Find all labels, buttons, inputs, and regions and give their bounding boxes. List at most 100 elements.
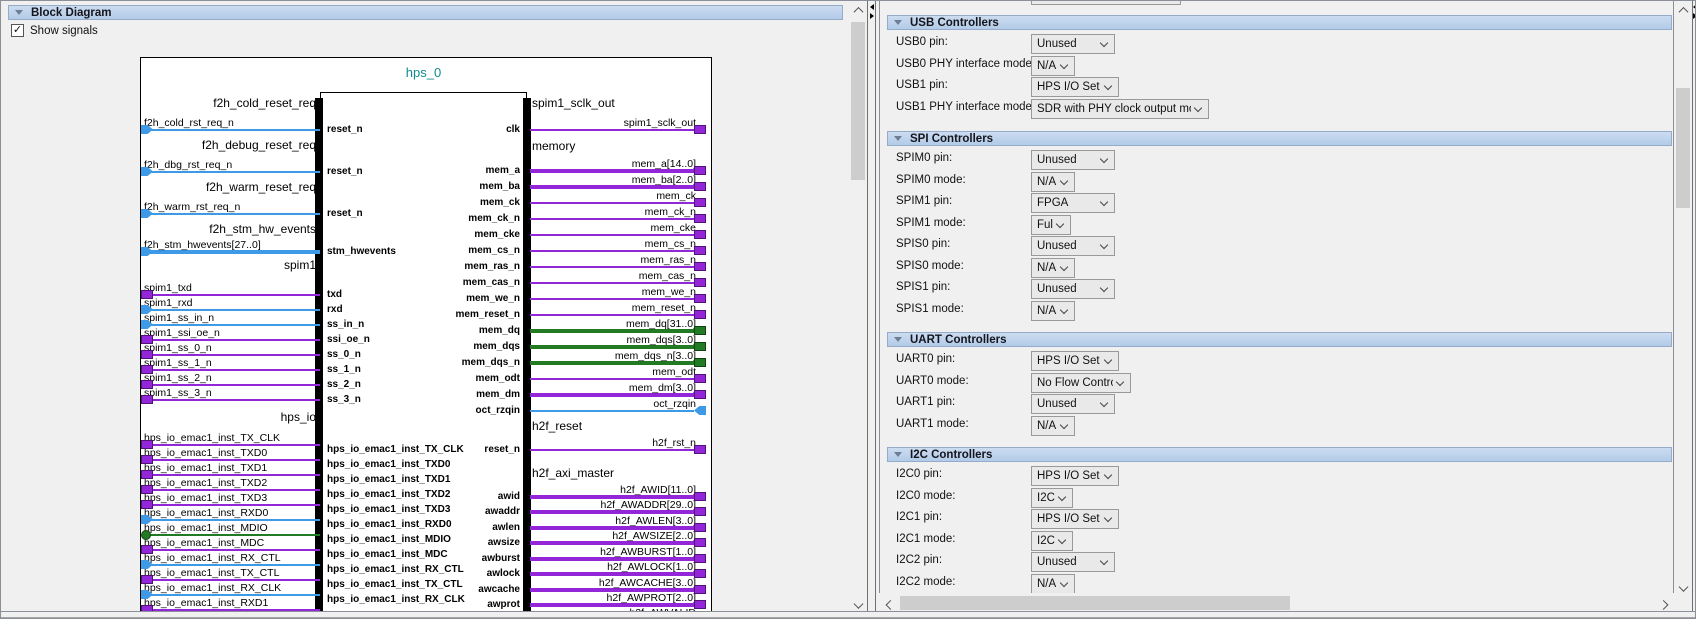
- interface-label: f2h_cold_reset_req: [0, 96, 316, 110]
- signal-line: [150, 549, 320, 551]
- param-select[interactable]: HPS I/O Set 0: [1031, 466, 1119, 486]
- param-select[interactable]: Unused: [1031, 236, 1115, 256]
- signal-connector: [694, 230, 706, 239]
- signal-label: spim1_sclk_out: [430, 117, 696, 129]
- signal-connector: [694, 445, 706, 454]
- chevron-down-icon[interactable]: [1675, 577, 1691, 593]
- window-right-edge[interactable]: [1692, 0, 1696, 619]
- signal-line: [530, 266, 694, 268]
- param-select[interactable]: Unused: [1031, 279, 1115, 299]
- block-diagram-section-header[interactable]: Block Diagram: [8, 5, 843, 20]
- signal-label: spim1_ss_2_n: [144, 372, 212, 384]
- param-select[interactable]: Full: [1031, 215, 1071, 235]
- chevron-up-icon[interactable]: [850, 2, 866, 18]
- signal-label: hps_io_emac1_inst_TXD2: [144, 477, 267, 489]
- chevron-down-icon: [1060, 578, 1068, 586]
- param-select[interactable]: FPGA: [1031, 193, 1115, 213]
- signal-label: mem_dqs_n[3..0]: [430, 350, 696, 362]
- param-label: I2C1 mode:: [896, 533, 955, 545]
- triangle-right-icon[interactable]: [870, 13, 874, 19]
- show-signals-checkbox[interactable]: ✓: [11, 24, 24, 37]
- signal-label: spim1_ss_3_n: [144, 387, 212, 399]
- signal-connector: [694, 538, 706, 547]
- interface-label: memory: [532, 139, 575, 153]
- param-select[interactable]: HPS I/O Set 0: [1031, 77, 1119, 97]
- signal-line: [150, 534, 320, 536]
- triangle-down-icon: [894, 452, 902, 457]
- param-select[interactable]: I2C: [1031, 488, 1073, 508]
- port-label: ss_0_n: [327, 349, 361, 360]
- interface-label: f2h_debug_reset_req: [0, 138, 316, 152]
- param-select[interactable]: N/A: [1031, 56, 1075, 76]
- param-label: USB0 PHY interface mode:: [896, 58, 1035, 70]
- param-select[interactable]: N/A: [1031, 301, 1075, 321]
- signal-connector: [141, 545, 153, 554]
- signal-label: mem_cke: [430, 222, 696, 234]
- chevron-down-icon: [1100, 38, 1108, 46]
- chevron-left-icon[interactable]: [882, 595, 898, 611]
- param-label: SPIS1 mode:: [896, 303, 964, 315]
- param-select[interactable]: N/A: [1031, 258, 1075, 278]
- param-select[interactable]: Unused: [1031, 552, 1115, 572]
- signal-label: hps_io_emac1_inst_RXD0: [144, 507, 268, 519]
- right-hscroll-thumb[interactable]: [900, 596, 1290, 610]
- signal-label: mem_dqs[3..0]: [430, 334, 696, 346]
- chevron-down-icon: [1058, 535, 1066, 543]
- param-select[interactable]: SDR with PHY clock output mode: [1031, 99, 1209, 119]
- block-diagram-title: Block Diagram: [31, 7, 112, 19]
- port-label: ssi_oe_n: [327, 334, 370, 345]
- interface-label: f2h_warm_reset_req: [0, 180, 316, 194]
- signal-label: mem_ba[2..0]: [430, 174, 696, 186]
- section-header[interactable]: I2C Controllers: [887, 447, 1672, 462]
- chevron-down-icon: [1058, 492, 1066, 500]
- signal-line: [530, 129, 694, 131]
- signal-line: [150, 504, 320, 506]
- signal-line: [530, 378, 694, 380]
- port-label: txd: [327, 289, 342, 300]
- chevron-right-icon[interactable]: [1655, 595, 1671, 611]
- section-header[interactable]: USB Controllers: [887, 15, 1672, 30]
- signal-line: [150, 339, 320, 341]
- param-select-value: N/A: [1032, 420, 1057, 432]
- signal-label: mem_dq[31..0]: [430, 318, 696, 330]
- signal-label: mem_reset_n: [430, 302, 696, 314]
- param-select[interactable]: No Flow Control: [1031, 373, 1131, 393]
- signal-label: mem_ck: [430, 190, 696, 202]
- param-select[interactable]: I2C: [1031, 531, 1073, 551]
- chevron-down-icon: [1060, 305, 1068, 313]
- signal-connector: [694, 585, 706, 594]
- section-header[interactable]: UART Controllers: [887, 332, 1672, 347]
- param-select[interactable]: HPS I/O Set 0: [1031, 351, 1119, 371]
- param-label: I2C1 pin:: [896, 511, 942, 523]
- param-label: UART1 mode:: [896, 418, 969, 430]
- signal-connector: [141, 290, 153, 299]
- chevron-down-icon: [1100, 197, 1108, 205]
- param-select[interactable]: Unused: [1031, 150, 1115, 170]
- clipped-combobox[interactable]: [1031, 0, 1181, 5]
- param-select-value: HPS I/O Set 0: [1032, 81, 1101, 93]
- param-select[interactable]: Unused: [1031, 394, 1115, 414]
- signal-line: [150, 594, 320, 596]
- param-select-value: SDR with PHY clock output mode: [1032, 103, 1191, 115]
- param-select[interactable]: N/A: [1031, 574, 1075, 593]
- signal-label: hps_io_emac1_inst_TXD3: [144, 492, 267, 504]
- show-signals-label: Show signals: [30, 25, 98, 37]
- section-header[interactable]: SPI Controllers: [887, 131, 1672, 146]
- port-label: ss_2_n: [327, 379, 361, 390]
- left-vscroll-thumb[interactable]: [851, 22, 865, 180]
- panel-splitter[interactable]: [867, 0, 876, 611]
- chevron-down-icon: [1060, 420, 1068, 428]
- chevron-down-icon[interactable]: [850, 594, 866, 610]
- chevron-up-icon[interactable]: [1675, 2, 1691, 18]
- signal-label: hps_io_emac1_inst_RX_CTL: [144, 552, 281, 564]
- param-select[interactable]: HPS I/O Set 0: [1031, 509, 1119, 529]
- param-select[interactable]: N/A: [1031, 172, 1075, 192]
- signal-line: [150, 369, 320, 371]
- param-select[interactable]: Unused: [1031, 34, 1115, 54]
- right-vscroll-thumb[interactable]: [1676, 88, 1690, 208]
- triangle-left-icon[interactable]: [870, 4, 874, 10]
- signal-line: [150, 519, 320, 521]
- signal-label: hps_io_emac1_inst_TXD1: [144, 462, 267, 474]
- param-select[interactable]: N/A: [1031, 416, 1075, 436]
- param-label: SPIM0 mode:: [896, 174, 966, 186]
